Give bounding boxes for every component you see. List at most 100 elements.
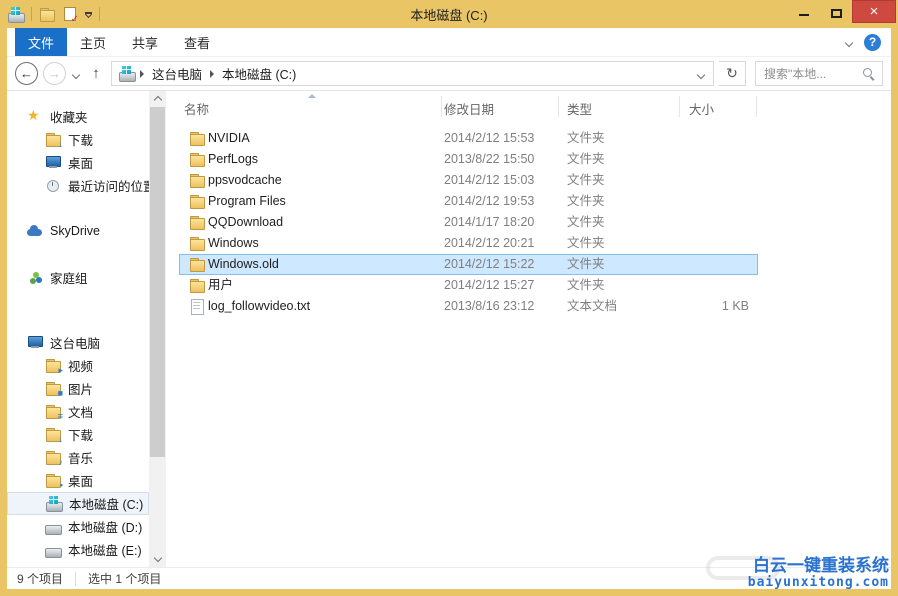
sidebar-item-videos[interactable]: ▸视频 (7, 354, 149, 377)
breadcrumb-arrow-icon[interactable] (140, 70, 144, 78)
scrollbar-up-icon[interactable] (149, 91, 166, 106)
column-separator[interactable] (558, 96, 559, 117)
nav-scrollbar[interactable] (149, 91, 166, 567)
sidebar-item-downloads[interactable]: ↓下载 (7, 128, 149, 151)
expand-ribbon-chevron-icon[interactable] (846, 33, 852, 51)
sidebar-item-local-disk-c[interactable]: 本地磁盘 (C:) (7, 492, 149, 515)
file-date-modified: 2014/2/12 19:53 (444, 191, 534, 212)
forward-button[interactable]: → (43, 62, 66, 85)
tab-home[interactable]: 主页 (67, 28, 119, 56)
refresh-button[interactable] (719, 61, 746, 86)
sidebar-item-skydrive[interactable]: SkyDrive (7, 219, 149, 242)
sidebar-item-label: 最近访问的位置 (68, 176, 149, 195)
sort-ascending-icon (308, 94, 316, 98)
sidebar-item-favorites[interactable]: 收藏夹 (7, 105, 149, 128)
file-date-modified: 2013/8/22 15:50 (444, 149, 534, 170)
sidebar-item-label: 下载 (68, 425, 93, 444)
column-header-date[interactable]: 修改日期 (444, 99, 494, 118)
sidebar-item-documents[interactable]: ≡文档 (7, 400, 149, 423)
music-folder-icon: ♪ (45, 450, 61, 465)
skydrive-cloud-icon (27, 223, 43, 238)
minimize-button[interactable] (788, 0, 820, 24)
file-date-modified: 2014/1/17 18:20 (444, 212, 534, 233)
scrollbar-thumb[interactable] (150, 107, 165, 457)
maximize-button[interactable] (820, 0, 852, 24)
file-row[interactable]: Program Files2014/2/12 19:53文件夹 (179, 191, 758, 212)
file-name: PerfLogs (208, 149, 258, 170)
system-drive-icon[interactable] (8, 7, 24, 22)
videos-folder-icon: ▸ (45, 358, 61, 373)
scrollbar-down-icon[interactable] (149, 552, 166, 567)
address-bar[interactable]: 这台电脑本地磁盘 (C:) (111, 61, 714, 86)
sidebar-item-this-pc[interactable]: 这台电脑 (7, 331, 149, 354)
search-input[interactable] (762, 66, 858, 82)
sidebar-item-label: 下载 (68, 130, 93, 149)
search-icon[interactable] (862, 67, 876, 81)
new-item-icon[interactable] (62, 7, 78, 22)
address-dropdown-chevron-icon[interactable] (698, 67, 706, 81)
sidebar-item-pictures[interactable]: ■图片 (7, 377, 149, 400)
folder-icon (189, 278, 205, 293)
help-button[interactable] (864, 34, 881, 51)
watermark-brand-text: 白云一键重装系统 (748, 557, 889, 577)
sidebar-item-label: 桌面 (68, 471, 93, 490)
file-row[interactable]: QQDownload2014/1/17 18:20文件夹 (179, 212, 758, 233)
sidebar-item-homegroup[interactable]: 家庭组 (7, 266, 149, 289)
column-separator[interactable] (679, 96, 680, 117)
breadcrumb-item[interactable]: 这台电脑 (149, 64, 205, 83)
back-button[interactable]: ← (15, 62, 38, 85)
breadcrumb-item[interactable]: 本地磁盘 (C:) (219, 64, 299, 83)
search-box (755, 61, 883, 86)
file-row[interactable]: Windows2014/2/12 20:21文件夹 (179, 233, 758, 254)
file-date-modified: 2014/2/12 15:53 (444, 128, 534, 149)
sidebar-item-local-disk-e[interactable]: 本地磁盘 (E:) (7, 538, 149, 561)
sidebar-item-label: 本地磁盘 (D:) (68, 517, 142, 536)
column-header-size[interactable]: 大小 (689, 99, 714, 118)
column-header-name[interactable]: 名称 (184, 99, 209, 118)
sidebar-item-music[interactable]: ♪音乐 (7, 446, 149, 469)
file-type: 文件夹 (567, 170, 605, 191)
sidebar-item-desktop[interactable]: 桌面 (7, 151, 149, 174)
file-name: NVIDIA (208, 128, 250, 149)
tab-file[interactable]: 文件 (15, 28, 67, 56)
file-row[interactable]: log_followvideo.txt2013/8/16 23:12文本文档1 … (179, 296, 758, 317)
sidebar-item-downloads-pc[interactable]: ↓ 下载 (7, 423, 149, 446)
explorer-window: 本地磁盘 (C:) 文件主页共享查看 ← → ↑ 这台电脑本地磁盘 (C:) (0, 0, 898, 596)
navigation-pane: 收藏夹↓下载桌面最近访问的位置SkyDrive家庭组这台电脑▸视频■图片≡文档↓… (7, 91, 149, 567)
tab-share[interactable]: 共享 (119, 28, 171, 56)
file-row[interactable]: 用户2014/2/12 15:27文件夹 (179, 275, 758, 296)
column-separator[interactable] (756, 96, 757, 117)
up-button[interactable]: ↑ (86, 65, 106, 82)
file-row[interactable]: NVIDIA2014/2/12 15:53文件夹 (179, 128, 758, 149)
location-drive-icon (119, 66, 135, 81)
history-chevron-icon[interactable] (71, 65, 81, 83)
folder-icon (189, 173, 205, 188)
selected-count: 选中 1 个项目 (88, 570, 161, 587)
file-row[interactable]: Windows.old2014/2/12 15:22文件夹 (179, 254, 758, 275)
file-row[interactable]: ppsvodcache2014/2/12 15:03文件夹 (179, 170, 758, 191)
file-row[interactable]: PerfLogs 2013/8/22 15:50 文件夹 (179, 149, 758, 170)
homegroup-icon (27, 270, 43, 285)
close-button[interactable] (852, 0, 896, 23)
file-type: 文件夹 (567, 149, 605, 170)
sidebar-item-label: 本地磁盘 (C:) (69, 494, 143, 513)
column-separator[interactable] (441, 96, 442, 117)
sidebar-item-recent-places[interactable]: 最近访问的位置 (7, 174, 149, 197)
breadcrumb-arrow-icon[interactable] (210, 70, 214, 78)
properties-folder-icon[interactable] (39, 7, 55, 22)
file-date-modified: 2013/8/16 23:12 (444, 296, 534, 317)
tab-view[interactable]: 查看 (171, 28, 223, 56)
file-name: Windows.old (208, 254, 279, 275)
column-header-type[interactable]: 类型 (567, 99, 592, 118)
ribbon-right-controls (846, 28, 891, 56)
sidebar-item-desktop-pc[interactable]: ▪桌面 (7, 469, 149, 492)
sidebar-item-local-disk-d[interactable]: 本地磁盘 (D:) (7, 515, 149, 538)
this-pc-icon (27, 335, 43, 350)
download-folder-icon: ↓ (45, 427, 61, 442)
items-count: 9 个项目 (17, 570, 63, 587)
file-type: 文件夹 (567, 191, 605, 212)
file-type: 文件夹 (567, 254, 605, 275)
breadcrumb: 这台电脑本地磁盘 (C:) (135, 64, 299, 83)
window-title: 本地磁盘 (C:) (0, 5, 898, 24)
customize-toolbar-chevron-icon[interactable] (85, 12, 92, 17)
